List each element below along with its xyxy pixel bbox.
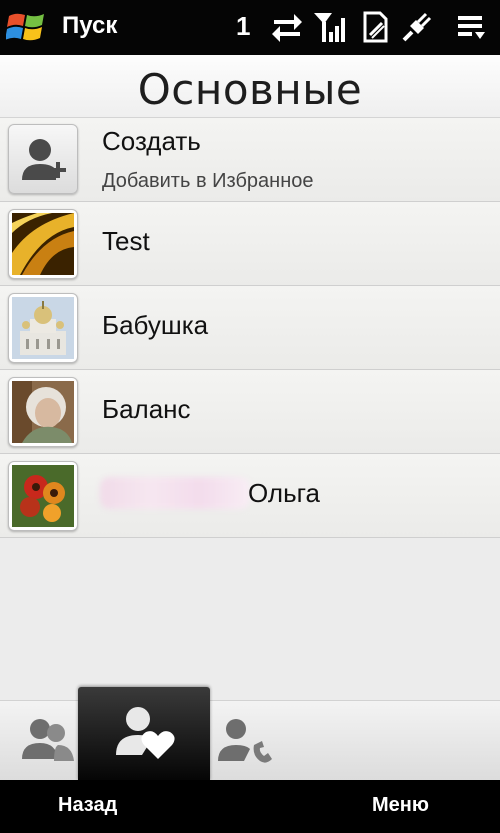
softkey-bar: Назад Меню [0, 780, 500, 833]
page-title: Основные [137, 65, 363, 114]
tab-all-contacts[interactable] [0, 701, 78, 781]
power-plug-icon [402, 12, 432, 42]
flower-macro-photo [8, 209, 78, 279]
page-header: Основные [0, 55, 500, 118]
menu-softkey[interactable]: Меню [372, 794, 429, 817]
list-item-contact[interactable]: Баланс [0, 370, 500, 454]
list-item-title: Баланс [102, 394, 191, 424]
person-photo [8, 377, 78, 447]
list-item-title: Ольга [248, 478, 321, 508]
start-button[interactable]: Пуск [62, 12, 117, 40]
list-item-title: Создать [102, 126, 201, 156]
tab-call-history[interactable] [210, 701, 290, 781]
list-item-title: Test [102, 226, 150, 256]
data-sync-arrows-icon [272, 14, 302, 42]
windows-logo-icon[interactable] [6, 8, 48, 46]
status-bar: Пуск 1 [0, 0, 500, 55]
back-softkey[interactable]: Назад [58, 794, 117, 817]
menu-list-icon[interactable] [455, 10, 489, 44]
list-item-contact[interactable]: Ольга [0, 454, 500, 538]
church-photo [8, 293, 78, 363]
list-item-subtitle: Добавить в Избранное [102, 170, 314, 192]
list-item-contact[interactable]: Test [0, 202, 500, 286]
favorite-heart-icon [116, 707, 175, 759]
obscured-name-prefix [100, 477, 250, 509]
list-item-title: Бабушка [102, 310, 209, 340]
contact-phone-icon [218, 719, 272, 763]
tab-favorites[interactable] [78, 687, 210, 781]
add-contact-icon [8, 124, 78, 194]
contacts-icon [22, 719, 74, 761]
no-sim-icon [363, 11, 388, 43]
notification-count[interactable]: 1 [236, 11, 250, 42]
list-item-contact[interactable]: Бабушка [0, 286, 500, 370]
list-item-create[interactable]: Создать Добавить в Избранное [0, 118, 500, 202]
signal-strength-icon [314, 13, 345, 42]
flowers-photo [8, 461, 78, 531]
tab-bar [0, 687, 500, 781]
